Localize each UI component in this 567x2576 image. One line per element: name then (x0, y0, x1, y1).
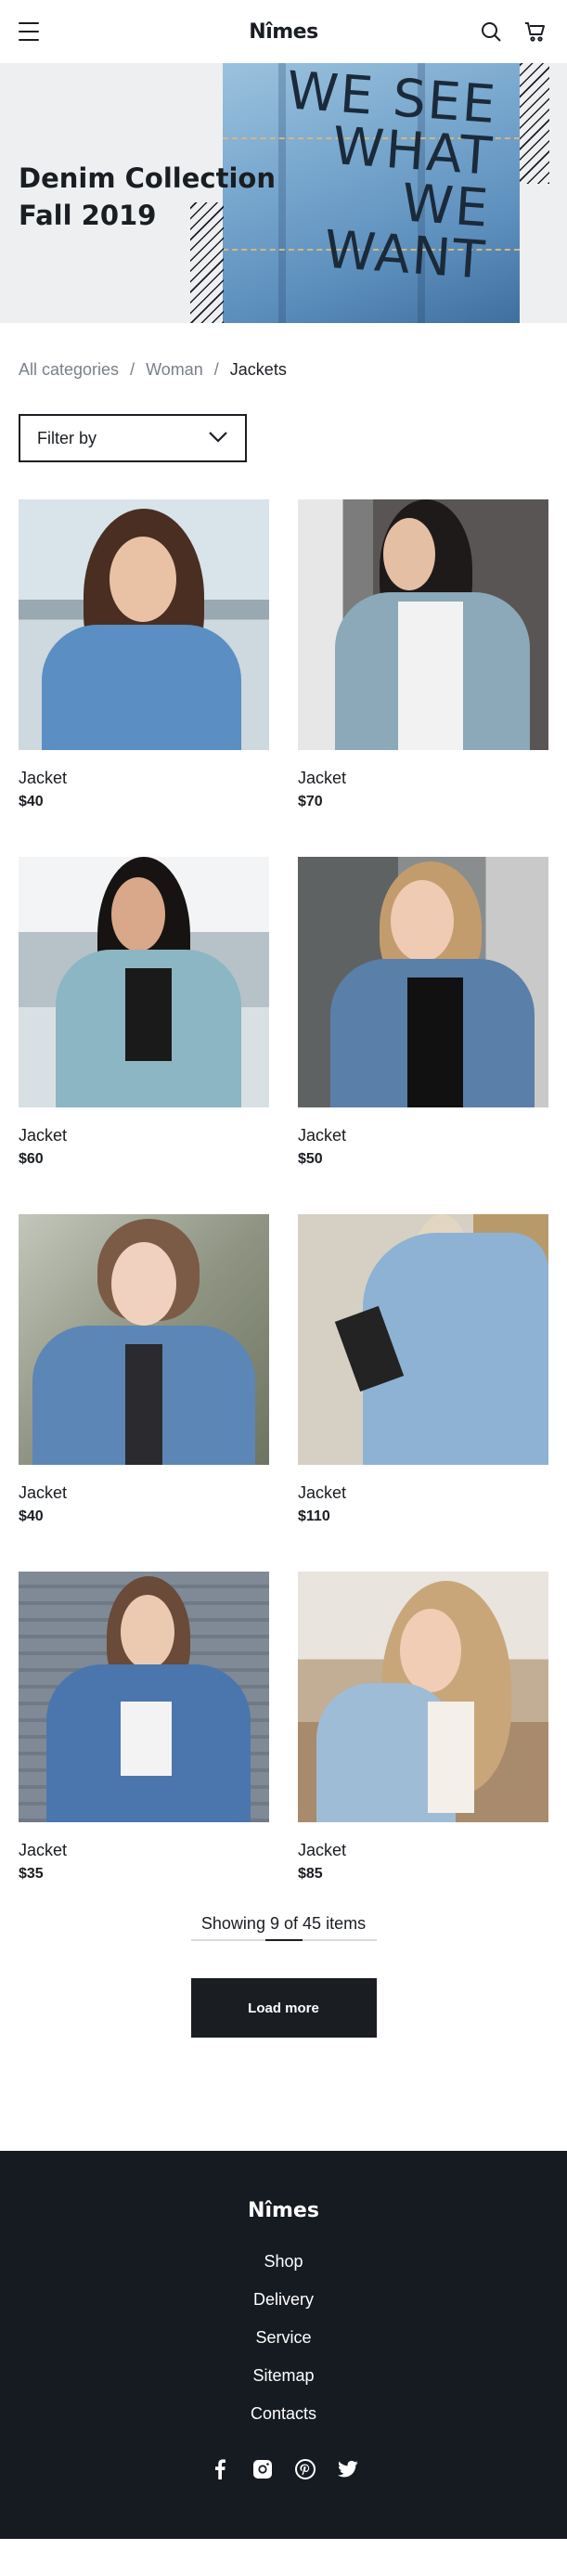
load-more-button[interactable]: Load more (190, 1978, 377, 2038)
product-image[interactable] (298, 499, 548, 750)
footer-link-contacts[interactable]: Contacts (251, 2404, 316, 2423)
product-price: $70 (298, 794, 323, 809)
product-image[interactable] (298, 857, 548, 1107)
product-name[interactable]: Jacket (298, 1126, 548, 1146)
product-price: $35 (19, 1866, 44, 1882)
filter-label: Filter by (37, 428, 97, 447)
product-name[interactable]: Jacket (19, 1841, 269, 1860)
facebook-icon[interactable] (210, 2459, 230, 2479)
product-price: $110 (298, 1508, 330, 1524)
chevron-down-icon (208, 429, 228, 448)
footer-links: Shop Delivery Service Sitemap Contacts (0, 2252, 567, 2442)
hero-title: Denim Collection Fall 2019 (19, 162, 276, 231)
breadcrumb-woman[interactable]: Woman (146, 360, 203, 380)
product-image[interactable] (19, 857, 269, 1107)
header-actions (478, 19, 548, 45)
product-name[interactable]: Jacket (298, 769, 548, 788)
breadcrumb-current-jackets: Jackets (229, 359, 287, 379)
product-card[interactable]: Jacket $60 (19, 857, 269, 1168)
items-progress-fill (264, 1939, 303, 1941)
product-name[interactable]: Jacket (19, 1483, 269, 1503)
product-price: $40 (19, 794, 44, 809)
product-image[interactable] (298, 1572, 548, 1822)
product-image[interactable] (298, 1214, 548, 1465)
product-name[interactable]: Jacket (298, 1841, 548, 1860)
footer-logo[interactable]: Nîmes (0, 2151, 567, 2222)
product-name[interactable]: Jacket (19, 769, 269, 788)
product-image[interactable] (19, 1214, 269, 1465)
product-card[interactable]: Jacket $70 (298, 499, 548, 810)
breadcrumb: All categories / Woman / Jackets (0, 358, 567, 381)
breadcrumb-separator: / (130, 359, 135, 379)
pinterest-icon[interactable] (294, 2459, 316, 2479)
product-card[interactable]: Jacket $110 (298, 1214, 548, 1525)
items-progress-bar (190, 1939, 377, 1941)
product-card[interactable]: Jacket $35 (19, 1572, 269, 1883)
product-price: $60 (19, 1151, 44, 1167)
product-card[interactable]: Jacket $85 (298, 1572, 548, 1883)
product-image[interactable] (19, 499, 269, 750)
filter-dropdown[interactable]: Filter by (19, 414, 247, 462)
footer-link-shop[interactable]: Shop (264, 2252, 303, 2271)
product-price: $85 (298, 1866, 323, 1882)
product-card[interactable]: Jacket $40 (19, 499, 269, 810)
social-links (0, 2459, 567, 2479)
site-logo[interactable]: Nîmes (249, 20, 318, 44)
footer-link-sitemap[interactable]: Sitemap (252, 2366, 314, 2385)
product-card[interactable]: Jacket $40 (19, 1214, 269, 1525)
product-price: $40 (19, 1508, 44, 1524)
footer-link-service[interactable]: Service (255, 2328, 311, 2347)
shopping-cart-icon[interactable] (522, 19, 548, 45)
items-count-text: Showing 9 of 45 items (200, 1914, 367, 1933)
hero-banner: WE SEE WHAT WE WANT Denim Collection Fal… (0, 63, 567, 323)
product-card[interactable]: Jacket $50 (298, 857, 548, 1168)
site-footer: Nîmes Shop Delivery Service Sitemap Cont… (0, 2151, 567, 2539)
instagram-icon[interactable] (252, 2459, 273, 2479)
product-price: $50 (298, 1151, 323, 1167)
product-name[interactable]: Jacket (298, 1483, 548, 1503)
twitter-icon[interactable] (337, 2459, 358, 2479)
site-header: Nîmes (0, 0, 567, 63)
product-grid: Jacket $40 Jacket $70 Jacket $60 Jacket … (0, 499, 567, 1883)
hamburger-menu-icon[interactable] (19, 22, 39, 41)
product-image[interactable] (19, 1572, 269, 1822)
footer-link-delivery[interactable]: Delivery (253, 2290, 314, 2309)
breadcrumb-all-categories[interactable]: All categories (19, 360, 119, 380)
search-icon[interactable] (478, 19, 504, 45)
breadcrumb-separator: / (213, 359, 219, 379)
product-name[interactable]: Jacket (19, 1126, 269, 1146)
hatch-decoration-right (520, 63, 549, 184)
